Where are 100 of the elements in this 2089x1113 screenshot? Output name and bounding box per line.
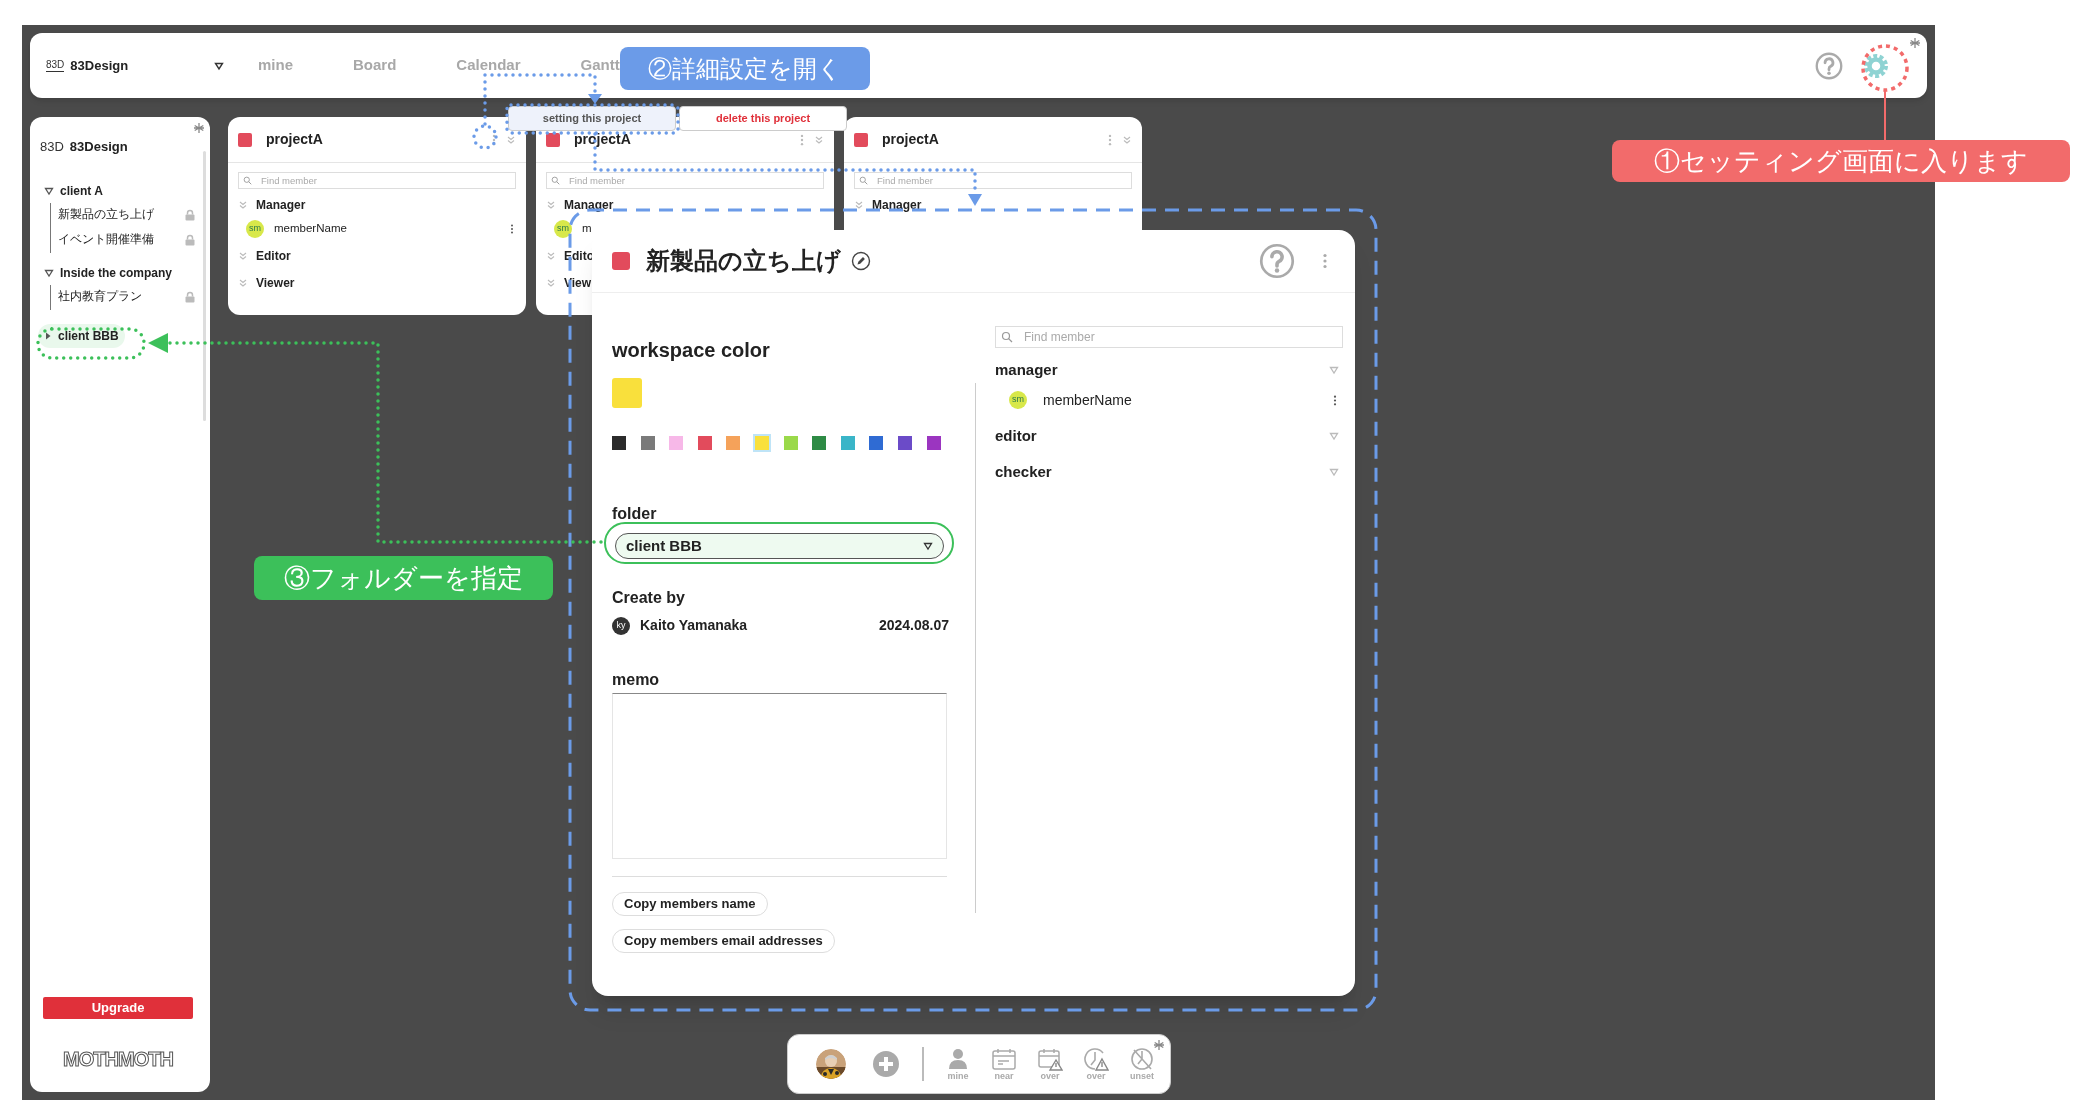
search-field[interactable]: Find member: [854, 172, 1132, 189]
role-heading: Manager: [564, 197, 614, 214]
highlight-ring: [1861, 44, 1909, 92]
role-heading: Editor: [256, 248, 291, 265]
menu-item[interactable]: delete this project: [679, 106, 847, 131]
role-heading: manager: [995, 359, 1058, 380]
folder-item[interactable]: client A: [38, 178, 109, 203]
search-field[interactable]: Find member: [995, 326, 1343, 348]
help-icon[interactable]: [1259, 243, 1295, 279]
caret-icon: [1329, 431, 1339, 441]
avatar: sm: [554, 220, 572, 238]
more-icon[interactable]: [510, 224, 514, 234]
asterisk-icon: [1909, 37, 1921, 49]
search-icon: [551, 176, 560, 185]
color-option[interactable]: [897, 436, 912, 450]
filter-button[interactable]: unset: [1124, 1047, 1160, 1081]
search-icon: [1001, 331, 1013, 343]
dialog-title: 新製品の立ち上げ: [646, 246, 841, 276]
project-title: projectA: [574, 130, 631, 149]
chevron-icon[interactable]: [238, 200, 248, 210]
chevron-icon[interactable]: [546, 251, 556, 261]
chevron-icon[interactable]: [506, 134, 516, 145]
callout-label: ②詳細設定を開く: [620, 47, 870, 90]
color-option[interactable]: [640, 436, 655, 450]
workspace-name: 83Design: [70, 56, 129, 75]
caret-icon: [44, 267, 54, 278]
created-date: 2024.08.07: [878, 616, 949, 635]
filter-button[interactable]: near: [986, 1047, 1022, 1081]
caret-icon: [1329, 467, 1339, 477]
filter-button[interactable]: mine: [940, 1047, 976, 1081]
project-title: projectA: [266, 130, 323, 149]
chevron-icon[interactable]: [546, 200, 556, 210]
help-icon[interactable]: [1815, 51, 1843, 80]
color-option[interactable]: [754, 436, 769, 450]
creator-name: Kaito Yamanaka: [640, 616, 748, 635]
color-option[interactable]: [612, 436, 626, 450]
color-option[interactable]: [726, 436, 741, 450]
search-field[interactable]: Find member: [238, 172, 516, 189]
filter-button[interactable]: over: [1078, 1047, 1114, 1081]
color-option[interactable]: [697, 436, 712, 450]
role-heading: Viewer: [256, 275, 295, 292]
color-option[interactable]: [869, 436, 884, 450]
chevron-icon[interactable]: [238, 278, 248, 288]
chevron-icon[interactable]: [854, 200, 864, 210]
color-swatch: [612, 378, 642, 408]
callout-label: ③フォルダーを指定: [254, 556, 553, 600]
folder-dropdown[interactable]: client BBB: [615, 533, 944, 559]
avatar: sm: [1009, 391, 1027, 409]
leader-line: [1884, 90, 1886, 141]
nav-tab[interactable]: Calendar: [456, 54, 521, 77]
role-heading: checker: [995, 461, 1052, 482]
color-option[interactable]: [669, 436, 684, 450]
section-label: workspace color: [612, 338, 771, 362]
folder-item[interactable]: client BBB: [38, 323, 125, 348]
logo: 83D: [46, 59, 65, 72]
field-label: memo: [612, 670, 661, 690]
folder-item[interactable]: Inside the company: [38, 260, 179, 285]
chevron-icon[interactable]: [546, 278, 556, 288]
brand-logo: MOTHMOTH: [62, 1047, 174, 1072]
chevron-icon[interactable]: [238, 251, 248, 261]
project-item[interactable]: イベント開催準備: [51, 227, 198, 253]
memo-field[interactable]: [612, 693, 947, 859]
caret-icon: [44, 330, 52, 341]
member-name: m: [582, 221, 592, 237]
project-item[interactable]: 新製品の立ち上げ: [51, 202, 198, 228]
color-option[interactable]: [926, 436, 941, 450]
project-item[interactable]: 社内教育プラン: [51, 284, 198, 310]
logo: 83D: [40, 140, 64, 154]
chevron-icon[interactable]: [1122, 134, 1132, 145]
menu-item[interactable]: setting this project: [508, 106, 676, 131]
add-icon[interactable]: [872, 1050, 900, 1078]
nav-tab[interactable]: mine: [258, 54, 293, 77]
nav-tab[interactable]: Board: [353, 54, 397, 77]
chevron-icon[interactable]: [814, 134, 824, 145]
role-heading: Manager: [872, 197, 922, 214]
calendar-warning-icon: [1037, 1047, 1063, 1071]
search-field[interactable]: Find member: [546, 172, 824, 189]
asterisk-icon: [1153, 1039, 1165, 1051]
dropdown-caret-icon[interactable]: [214, 60, 224, 71]
highlight-ring: [472, 124, 498, 150]
nav-tab[interactable]: Gantt: [580, 54, 620, 77]
role-heading: Manager: [256, 197, 306, 214]
caret-icon: [1329, 365, 1339, 375]
asterisk-icon: [193, 122, 205, 134]
search-icon: [859, 176, 868, 185]
clock-crossed-icon: [1129, 1047, 1155, 1071]
upgrade-button[interactable]: Upgrade: [43, 997, 193, 1019]
color-option[interactable]: [840, 436, 855, 450]
color-option[interactable]: [783, 436, 798, 450]
member-name: memberName: [274, 221, 347, 237]
avatar: sm: [246, 220, 264, 238]
color-option[interactable]: [812, 436, 827, 450]
workspace-name: 83Design: [69, 138, 128, 156]
more-icon[interactable]: [1333, 394, 1337, 406]
edit-icon[interactable]: [851, 251, 871, 271]
scroll-bar[interactable]: [203, 151, 206, 421]
callout-label: ①セッティング画面に入ります: [1612, 140, 2070, 182]
field-label: folder: [612, 504, 658, 524]
filter-button[interactable]: over: [1032, 1047, 1068, 1081]
caret-icon: [44, 185, 54, 196]
